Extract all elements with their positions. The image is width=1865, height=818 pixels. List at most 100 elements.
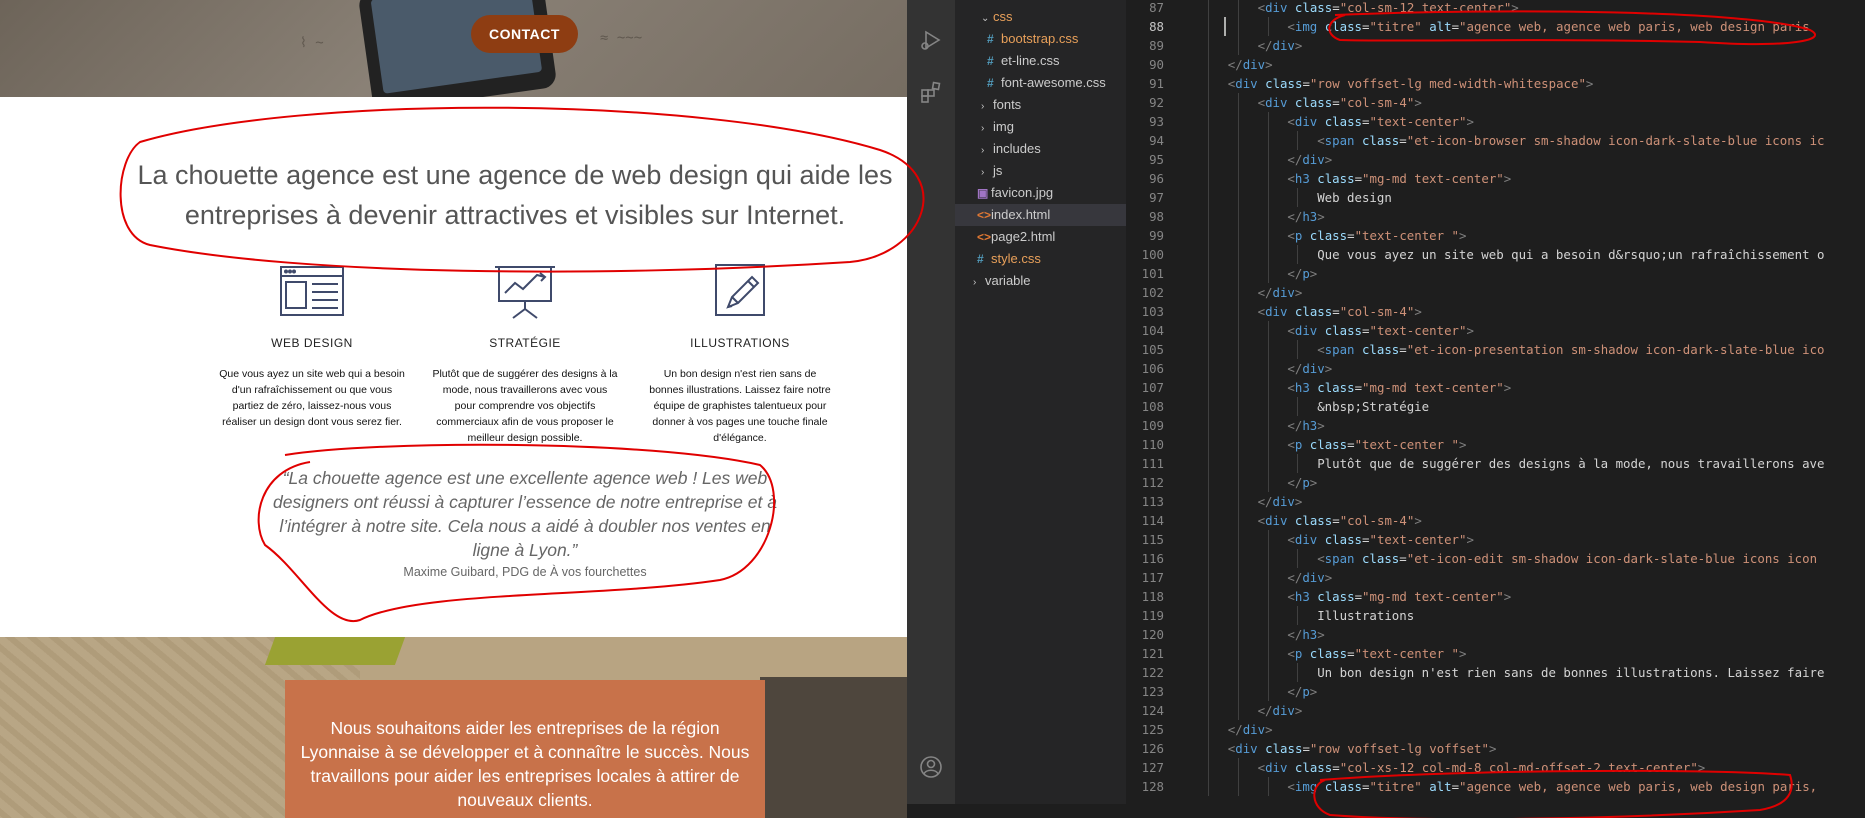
presentation-icon [495,266,555,319]
image-file-icon: ▣ [977,186,989,200]
html-file-icon: <> [977,208,992,222]
code-line[interactable]: </div> [1228,720,1273,739]
line-number: 127 [1141,760,1164,775]
line-number: 111 [1141,456,1164,471]
code-line[interactable]: <span class="et-icon-presentation sm-sha… [1317,340,1824,359]
chevron-down-icon: ⌄ [981,13,990,24]
code-line[interactable]: </div> [1258,492,1303,511]
tree-item-label: variable [985,273,1031,288]
file-explorer: ⌄css ● #bootstrap.css 4 #et-line.css #fo… [955,0,1148,818]
css-file-icon: # [987,32,994,46]
account-icon[interactable] [919,755,943,779]
tree-item-label: js [993,163,1003,178]
run-debug-icon[interactable] [919,28,943,52]
tree-folder-js[interactable]: › js [955,160,1152,182]
website-preview: ≈ ~~~ ⌇ ~ CONTACT La chouette agence est… [0,0,907,818]
line-number: 124 [1141,703,1164,718]
code-line[interactable]: <div class="row voffset-lg voffset"> [1228,739,1497,758]
service-title: ILLUSTRATIONS [690,336,790,350]
code-line[interactable]: </div> [1258,283,1303,302]
line-number: 110 [1141,437,1164,452]
extensions-icon[interactable] [919,80,943,104]
code-line[interactable]: </div> [1287,359,1332,378]
code-line[interactable]: <img class="titre" alt="agence web, agen… [1287,17,1809,36]
line-number: 89 [1149,38,1164,53]
chevron-right-icon: › [981,145,985,156]
code-line[interactable]: <h3 class="mg-md text-center"> [1287,169,1511,188]
code-line[interactable]: </h3> [1287,416,1324,435]
line-number: 125 [1141,722,1164,737]
html-file-icon: <> [977,230,992,244]
code-line[interactable]: </div> [1258,36,1303,55]
code-line[interactable]: </h3> [1287,207,1324,226]
text-cursor [1224,17,1226,36]
code-line[interactable]: <div class="text-center"> [1287,112,1474,131]
service-title: WEB DESIGN [271,336,353,350]
service-web-design: WEB DESIGN Que vous ayez un site web qui… [212,262,412,430]
tree-folder-css[interactable]: ⌄css ● [955,6,1152,28]
hero-banner: ≈ ~~~ ⌇ ~ CONTACT [0,0,907,97]
code-line[interactable]: </p> [1287,682,1317,701]
code-line[interactable]: <div class="col-sm-12 text-center"> [1258,0,1519,17]
chevron-right-icon: › [981,167,985,178]
css-file-icon: # [987,76,994,90]
tree-file-page2-html[interactable]: <>page2.html [955,226,1148,248]
tree-folder-fonts[interactable]: › fonts [955,94,1152,116]
code-line[interactable]: </div> [1258,701,1303,720]
code-line[interactable]: <p class="text-center "> [1287,644,1466,663]
code-editor[interactable]: 87 <div class="col-sm-12 text-center"> 88 <… [1126,0,1865,818]
chevron-right-icon: › [973,277,977,288]
tree-folder-variable[interactable]: › variable [955,270,1144,292]
code-line[interactable]: Illustrations [1317,606,1414,625]
line-number: 117 [1141,570,1164,585]
line-number: 126 [1141,741,1164,756]
code-line[interactable]: Web design [1317,188,1392,207]
service-strategie: STRATÉGIE Plutôt que de suggérer des des… [425,262,625,446]
line-number: 98 [1149,209,1164,224]
service-text: Que vous ayez un site web qui a besoin d… [219,368,405,428]
code-line[interactable]: <span class="et-icon-edit sm-shadow icon… [1317,549,1817,568]
code-line[interactable]: Que vous ayez un site web qui a besoin d… [1317,245,1824,264]
edit-pencil-icon [715,264,765,316]
contact-button[interactable]: CONTACT [471,15,578,53]
code-line[interactable]: <div class="col-sm-4"> [1258,511,1422,530]
line-number: 106 [1141,361,1164,376]
chevron-right-icon: › [981,123,985,134]
code-line[interactable]: <div class="col-sm-4"> [1258,302,1422,321]
line-number: 105 [1141,342,1164,357]
code-line[interactable]: <p class="text-center "> [1287,226,1466,245]
line-number: 120 [1141,627,1164,642]
code-line[interactable]: <div class="text-center"> [1287,321,1474,340]
code-line[interactable]: Un bon design n'est rien sans de bonnes … [1317,663,1824,682]
activity-bar [907,0,955,818]
service-text: Un bon design n'est rien sans de bonnes … [649,368,831,444]
code-line[interactable]: <span class="et-icon-browser sm-shadow i… [1317,131,1824,150]
tree-file-index-html[interactable]: <>index.html [955,204,1148,226]
code-line[interactable]: &nbsp;Stratégie [1317,397,1429,416]
line-number: 100 [1141,247,1164,262]
tree-file-favicon[interactable]: ▣ favicon.jpg [955,182,1148,204]
tree-folder-img[interactable]: › img [955,116,1152,138]
code-line[interactable]: </div> [1287,150,1332,169]
code-line[interactable]: <div class="row voffset-lg med-width-whi… [1228,74,1594,93]
code-line[interactable]: <div class="col-sm-4"> [1258,93,1422,112]
code-line[interactable]: </p> [1287,264,1317,283]
line-number: 95 [1149,152,1164,167]
code-line[interactable]: <div class="col-xs-12 col-md-8 col-md-of… [1258,758,1706,777]
code-line[interactable]: </p> [1287,473,1317,492]
line-number: 97 [1149,190,1164,205]
tree-folder-includes[interactable]: › includes [955,138,1152,160]
code-line[interactable]: Plutôt que de suggérer des designs à la … [1317,454,1824,473]
code-line[interactable]: <p class="text-center "> [1287,435,1466,454]
code-line[interactable]: <h3 class="mg-md text-center"> [1287,587,1511,606]
code-line[interactable]: <h3 class="mg-md text-center"> [1287,378,1511,397]
code-line[interactable]: <img class="titre" alt="agence web, agen… [1287,777,1817,796]
code-line[interactable]: </div> [1228,55,1273,74]
tree-file-style-css[interactable]: #style.css 5 [955,248,1148,270]
tree-item-label: includes [993,141,1041,156]
code-line[interactable]: </h3> [1287,625,1324,644]
code-line[interactable]: </div> [1287,568,1332,587]
tree-item-label: et-line.css [1001,53,1060,68]
code-line[interactable]: <div class="text-center"> [1287,530,1474,549]
browser-icon [280,266,344,316]
